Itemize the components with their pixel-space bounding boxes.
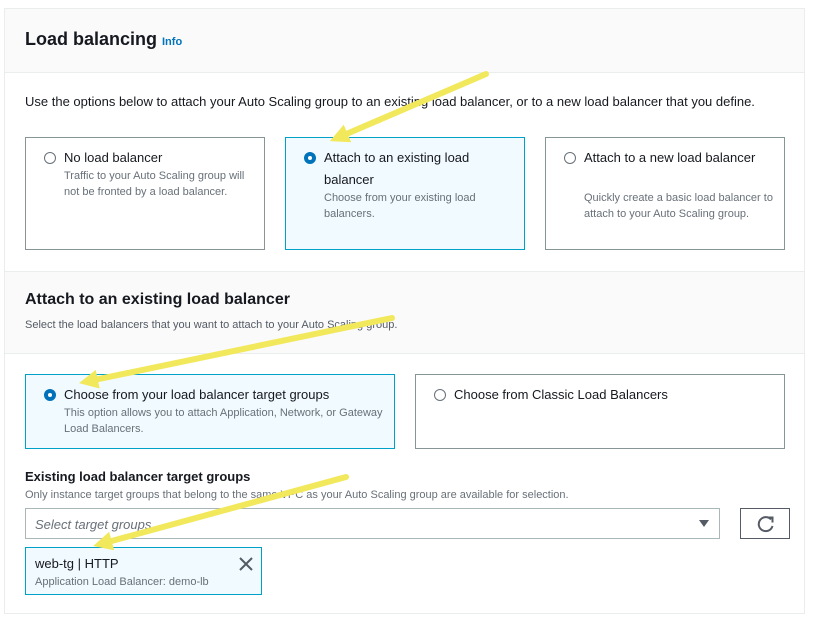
attach-existing-title: Attach to an existing load balancer (25, 291, 290, 308)
radio-classic-load-balancers[interactable] (434, 389, 446, 401)
radio-attach-existing[interactable] (304, 152, 316, 164)
option-description: Choose from your existing load balancers… (324, 192, 476, 220)
section-title: Load balancing (25, 29, 158, 49)
radio-target-groups[interactable] (44, 389, 56, 401)
target-groups-select[interactable]: Select target groups (25, 508, 720, 539)
attach-existing-description: Select the load balancers that you want … (25, 319, 398, 331)
option-description: Quickly create a basic load balancer to … (584, 192, 773, 220)
info-link[interactable]: Info (162, 36, 182, 48)
close-icon[interactable] (238, 556, 254, 572)
option-title: Attach to a new load balancer (584, 150, 756, 165)
token-detail: Application Load Balancer: demo-lb (35, 576, 209, 588)
option-attach-new[interactable]: Attach to a new load balancer Quickly cr… (545, 137, 785, 250)
option-description: Traffic to your Auto Scaling group will … (64, 170, 245, 198)
option-title: Choose from your load balancer target gr… (64, 387, 330, 402)
radio-no-load-balancer[interactable] (44, 152, 56, 164)
select-placeholder: Select target groups (35, 517, 152, 532)
option-target-groups[interactable]: Choose from your load balancer target gr… (25, 374, 395, 449)
option-classic-load-balancers[interactable]: Choose from Classic Load Balancers (415, 374, 785, 449)
option-title: Choose from Classic Load Balancers (454, 387, 668, 402)
option-description: This option allows you to attach Applica… (64, 407, 383, 435)
refresh-icon (757, 516, 774, 533)
option-attach-existing[interactable]: Attach to an existing load balancer Choo… (285, 137, 525, 250)
selected-target-group-token: web-tg | HTTP Application Load Balancer:… (25, 547, 262, 595)
option-no-load-balancer[interactable]: No load balancer Traffic to your Auto Sc… (25, 137, 265, 250)
caret-down-icon (699, 520, 709, 527)
option-title: No load balancer (64, 150, 163, 165)
target-groups-description: Only instance target groups that belong … (25, 489, 569, 501)
option-title: Attach to an existing load balancer (324, 150, 470, 187)
refresh-button[interactable] (740, 508, 790, 539)
token-title: web-tg | HTTP (35, 556, 119, 571)
target-groups-label: Existing load balancer target groups (25, 469, 251, 484)
load-balancing-header: Load balancing Info (5, 9, 804, 73)
attach-existing-header: Attach to an existing load balancer Sele… (5, 271, 804, 354)
load-balancing-panel: Load balancing Info Use the options belo… (4, 8, 805, 614)
section-description: Use the options below to attach your Aut… (25, 94, 755, 109)
radio-attach-new[interactable] (564, 152, 576, 164)
